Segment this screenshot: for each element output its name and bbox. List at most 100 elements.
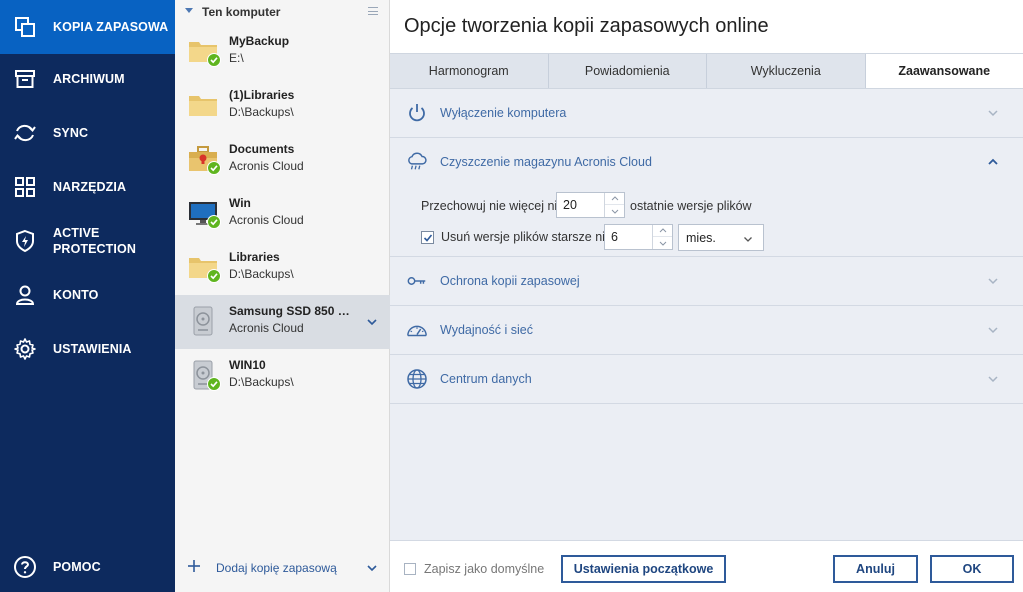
chevron-down-icon[interactable] bbox=[366, 562, 378, 574]
section-header[interactable]: Ochrona kopii zapasowej bbox=[390, 257, 1023, 305]
section-header[interactable]: Wydajność i sieć bbox=[390, 306, 1023, 354]
section-header[interactable]: Czyszczenie magazynu Acronis Cloud bbox=[390, 138, 1023, 186]
cancel-button[interactable]: Anuluj bbox=[833, 555, 918, 583]
backup-destination: D:\Backups\ bbox=[229, 267, 294, 281]
section-label: Wydajność i sieć bbox=[440, 323, 533, 337]
backup-name: Documents bbox=[229, 142, 295, 156]
success-check-icon bbox=[207, 161, 221, 175]
section-header[interactable]: Centrum danych bbox=[390, 355, 1023, 403]
list-header[interactable]: Ten komputer bbox=[175, 0, 390, 24]
section-backup-protection: Ochrona kopii zapasowej bbox=[390, 257, 1023, 306]
keep-versions-stepper[interactable] bbox=[556, 192, 625, 218]
save-as-default-label: Zapisz jako domyślne bbox=[424, 562, 545, 576]
backup-item[interactable]: Libraries D:\Backups\ bbox=[175, 241, 390, 295]
backup-destination: E:\ bbox=[229, 51, 244, 65]
success-check-icon bbox=[207, 377, 221, 391]
add-backup-button[interactable]: Dodaj kopię zapasową bbox=[175, 544, 390, 592]
delete-older-label: Usuń wersje plików starsze niż: bbox=[441, 230, 615, 244]
add-backup-label: Dodaj kopię zapasową bbox=[216, 561, 337, 575]
backup-name: Samsung SSD 850 EV... bbox=[229, 304, 357, 318]
nav-label: POMOC bbox=[53, 560, 101, 574]
nav-item-settings[interactable]: USTAWIENIA bbox=[0, 322, 175, 376]
delete-older-checkbox[interactable] bbox=[421, 231, 434, 244]
check-icon bbox=[423, 233, 432, 242]
backup-list: Ten komputer MyBackup E:\ (1)Libraries D… bbox=[175, 0, 390, 592]
tab-bar: Harmonogram Powiadomienia Wykluczenia Za… bbox=[390, 53, 1023, 89]
time-unit-select[interactable]: mies. bbox=[678, 224, 764, 251]
backup-destination: D:\Backups\ bbox=[229, 375, 294, 389]
page-title: Opcje tworzenia kopii zapasowych online bbox=[404, 15, 769, 37]
archive-box-icon bbox=[13, 67, 37, 91]
backup-destination: Acronis Cloud bbox=[229, 159, 304, 173]
nav-item-sync[interactable]: SYNC bbox=[0, 106, 175, 160]
chevron-down-icon[interactable] bbox=[987, 324, 999, 336]
nav-label: ARCHIWUM bbox=[53, 72, 125, 86]
backup-item[interactable]: WIN10 D:\Backups\ bbox=[175, 349, 390, 403]
backup-item[interactable]: Documents Acronis Cloud bbox=[175, 133, 390, 187]
section-data-center: Centrum danych bbox=[390, 355, 1023, 404]
disk-icon bbox=[193, 306, 213, 336]
reset-settings-button[interactable]: Ustawienia początkowe bbox=[561, 555, 726, 583]
section-label: Centrum danych bbox=[440, 372, 532, 386]
nav-item-backup[interactable]: KOPIA ZAPASOWA bbox=[0, 0, 175, 54]
main-navigation: KOPIA ZAPASOWA ARCHIWUM SYNC NARZĘDZIA A… bbox=[0, 0, 175, 592]
tools-grid-icon bbox=[13, 175, 37, 199]
chevron-down-icon[interactable] bbox=[987, 373, 999, 385]
sync-arrows-icon bbox=[13, 121, 37, 145]
ok-button[interactable]: OK bbox=[930, 555, 1014, 583]
decrement-icon[interactable] bbox=[653, 237, 672, 249]
power-icon bbox=[409, 104, 425, 122]
tab-advanced[interactable]: Zaawansowane bbox=[865, 54, 1023, 88]
save-as-default-checkbox[interactable] bbox=[404, 563, 416, 575]
gear-icon bbox=[13, 337, 37, 361]
section-header[interactable]: Wyłączenie komputera bbox=[390, 89, 1023, 137]
nav-item-active-protection[interactable]: ACTIVE PROTECTION bbox=[0, 214, 175, 268]
delete-older-stepper[interactable] bbox=[604, 224, 673, 250]
backup-item-selected[interactable]: Samsung SSD 850 EV... Acronis Cloud bbox=[175, 295, 390, 349]
success-check-icon bbox=[207, 215, 221, 229]
increment-icon[interactable] bbox=[653, 225, 672, 237]
speedometer-icon bbox=[407, 325, 427, 337]
shield-icon bbox=[13, 229, 37, 253]
section-computer-shutdown: Wyłączenie komputera bbox=[390, 89, 1023, 138]
chevron-down-icon[interactable] bbox=[987, 107, 999, 119]
backup-name: MyBackup bbox=[229, 34, 290, 48]
plus-icon bbox=[188, 560, 200, 572]
globe-icon bbox=[407, 369, 427, 389]
backup-name: Libraries bbox=[229, 250, 280, 264]
decrement-icon[interactable] bbox=[605, 205, 624, 217]
backup-item[interactable]: MyBackup E:\ bbox=[175, 25, 390, 79]
tab-schedule[interactable]: Harmonogram bbox=[390, 54, 549, 88]
backup-destination: Acronis Cloud bbox=[229, 213, 304, 227]
tab-exclusions[interactable]: Wykluczenia bbox=[707, 54, 866, 88]
backup-item[interactable]: Win Acronis Cloud bbox=[175, 187, 390, 241]
tab-notifications[interactable]: Powiadomienia bbox=[549, 54, 707, 88]
collapse-caret-icon[interactable] bbox=[185, 8, 193, 13]
advanced-settings: Wyłączenie komputera Czyszczenie magazyn… bbox=[390, 89, 1023, 540]
nav-item-help[interactable]: POMOC bbox=[0, 540, 175, 592]
chevron-down-icon[interactable] bbox=[366, 316, 378, 328]
increment-icon[interactable] bbox=[605, 193, 624, 205]
backup-name: Win bbox=[229, 196, 251, 210]
nav-item-account[interactable]: KONTO bbox=[0, 268, 175, 322]
success-check-icon bbox=[207, 53, 221, 67]
backup-item[interactable]: (1)Libraries D:\Backups\ bbox=[175, 79, 390, 133]
chevron-up-icon[interactable] bbox=[987, 156, 999, 168]
section-label: Ochrona kopii zapasowej bbox=[440, 274, 580, 288]
nav-label: KOPIA ZAPASOWA bbox=[53, 20, 169, 34]
keep-versions-suffix: ostatnie wersje plików bbox=[630, 199, 752, 213]
chevron-down-icon[interactable] bbox=[987, 275, 999, 287]
options-panel: Opcje tworzenia kopii zapasowych online … bbox=[390, 0, 1023, 592]
menu-icon[interactable] bbox=[368, 7, 378, 15]
section-label: Wyłączenie komputera bbox=[440, 106, 567, 120]
nav-item-archive[interactable]: ARCHIWUM bbox=[0, 52, 175, 106]
chevron-down-icon bbox=[744, 237, 752, 242]
nav-label: KONTO bbox=[53, 288, 99, 302]
dialog-footer: Zapisz jako domyślne Ustawienia początko… bbox=[390, 540, 1023, 592]
cloud-rain-icon bbox=[408, 152, 427, 170]
nav-label: SYNC bbox=[53, 126, 89, 140]
section-cloud-cleanup: Czyszczenie magazynu Acronis Cloud Przec… bbox=[390, 138, 1023, 257]
copy-icon bbox=[13, 15, 37, 39]
section-label: Czyszczenie magazynu Acronis Cloud bbox=[440, 155, 652, 169]
nav-item-tools[interactable]: NARZĘDZIA bbox=[0, 160, 175, 214]
